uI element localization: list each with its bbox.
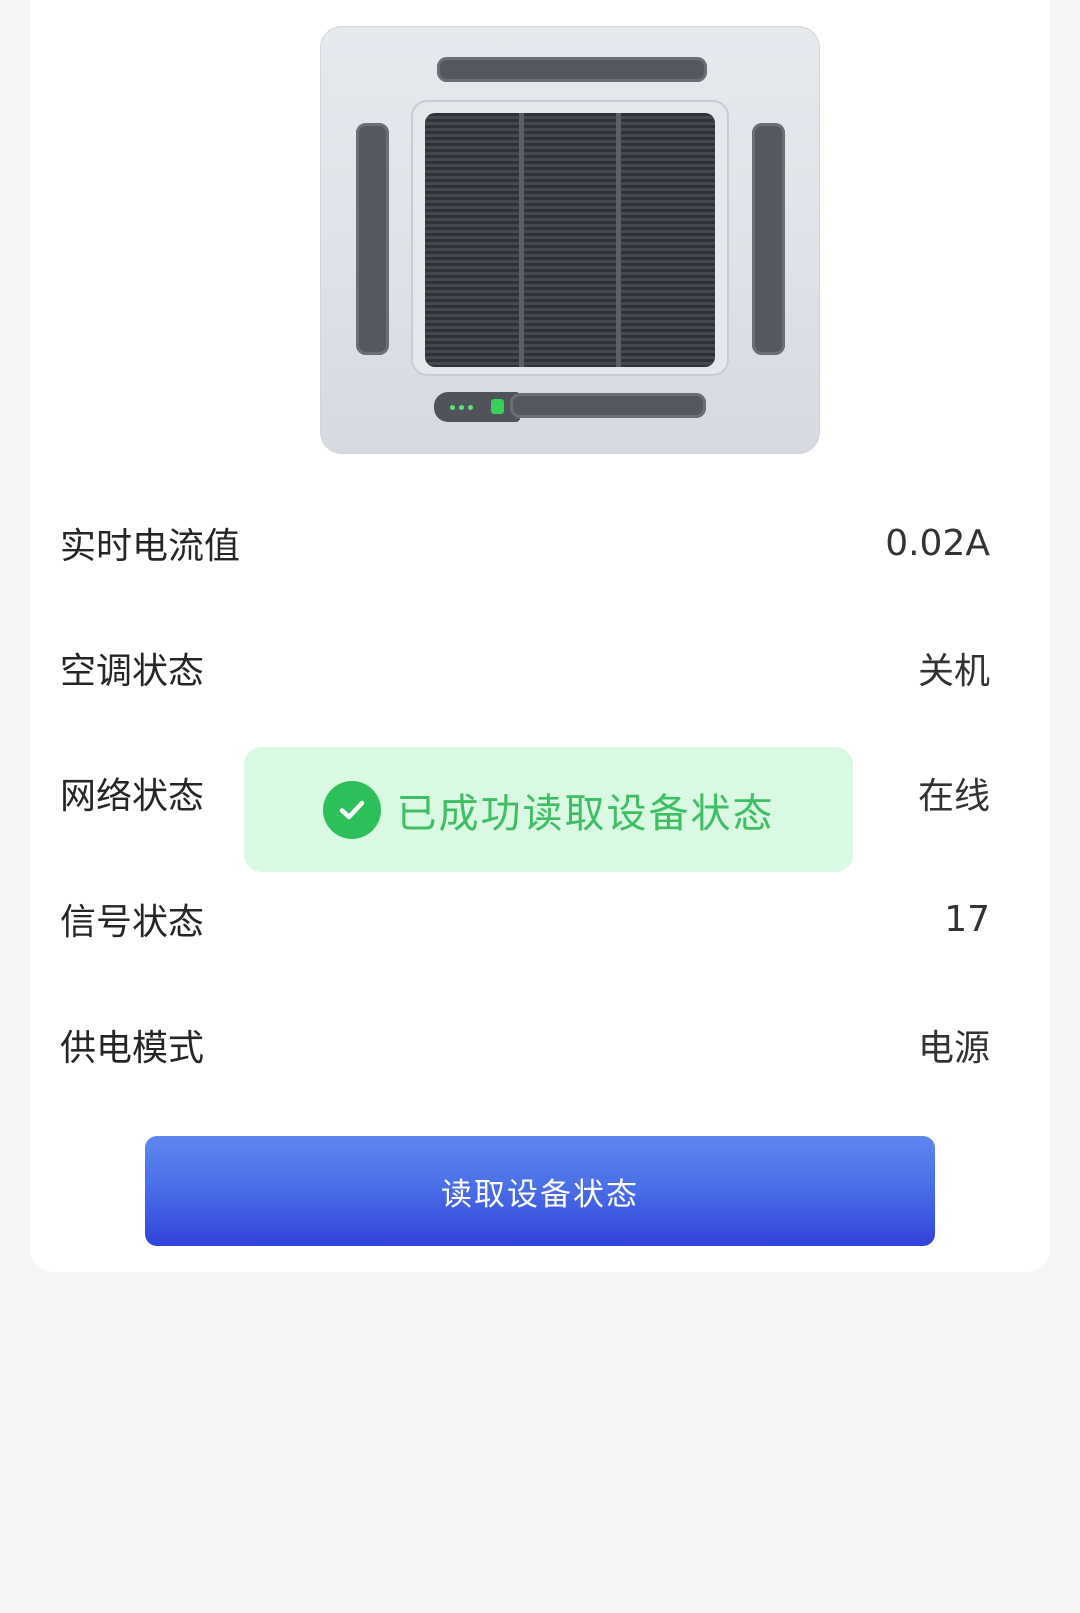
row-label: 信号状态 <box>60 902 205 943</box>
indicator-dot <box>468 405 473 410</box>
top-vent <box>437 57 707 82</box>
row-value: 0.02A <box>885 522 990 564</box>
row-value: 17 <box>944 898 990 940</box>
toast-message: 已成功读取设备状态 <box>396 790 775 837</box>
air-conditioner-image <box>320 26 820 454</box>
read-device-status-button[interactable]: 读取设备状态 <box>145 1136 935 1246</box>
device-status-card <box>30 0 1050 1272</box>
row-label: 空调状态 <box>60 651 205 692</box>
bottom-vent <box>510 393 706 418</box>
grille-divider <box>616 113 621 367</box>
row-label: 供电模式 <box>60 1028 205 1069</box>
row-value: 在线 <box>917 776 990 817</box>
indicator-dot <box>459 405 464 410</box>
row-power-mode: 供电模式 电源 <box>60 1015 990 1075</box>
left-vent <box>356 123 389 355</box>
intake-panel <box>411 100 729 376</box>
row-value: 电源 <box>917 1028 990 1069</box>
row-realtime-current: 实时电流值 0.02A <box>60 513 990 573</box>
grille-divider <box>519 113 524 367</box>
status-led <box>491 399 504 414</box>
row-label: 网络状态 <box>60 776 205 817</box>
indicator-dot <box>450 405 455 410</box>
success-toast: 已成功读取设备状态 <box>244 747 853 872</box>
row-value: 关机 <box>917 651 990 692</box>
indicator-panel <box>434 392 520 422</box>
row-label: 实时电流值 <box>60 526 241 567</box>
row-ac-status: 空调状态 关机 <box>60 638 990 698</box>
intake-grille <box>425 113 715 367</box>
row-signal-status: 信号状态 17 <box>60 889 990 949</box>
check-circle-icon <box>322 780 381 839</box>
right-vent <box>752 123 785 355</box>
